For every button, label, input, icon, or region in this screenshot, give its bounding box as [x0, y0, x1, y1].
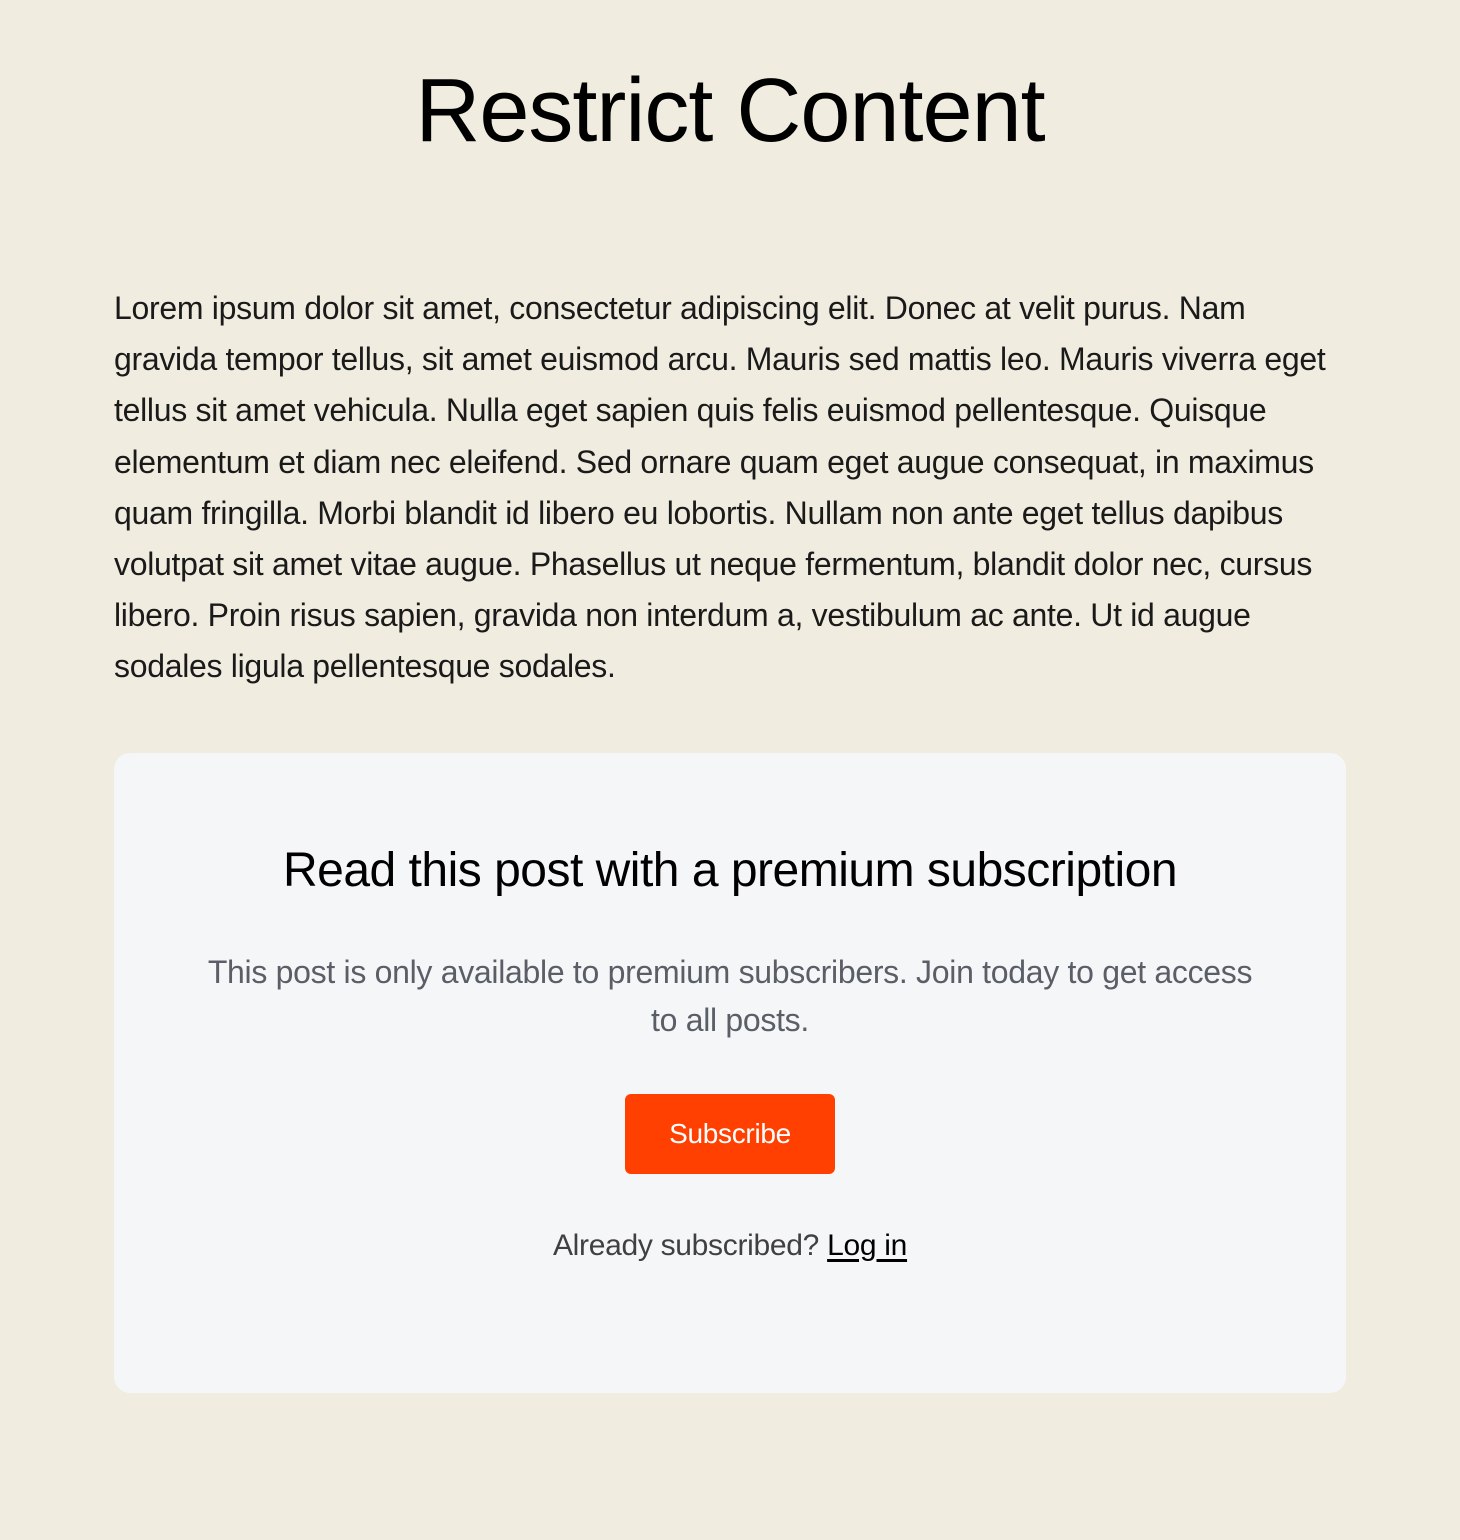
subscribe-button[interactable]: Subscribe [625, 1094, 835, 1174]
login-prompt-prefix: Already subscribed? [553, 1229, 827, 1262]
paywall-description: This post is only available to premium s… [194, 948, 1266, 1044]
login-link[interactable]: Log in [827, 1229, 907, 1262]
login-prompt: Already subscribed? Log in [194, 1229, 1266, 1263]
article-body-text: Lorem ipsum dolor sit amet, consectetur … [114, 283, 1346, 693]
paywall-heading: Read this post with a premium subscripti… [194, 843, 1266, 898]
paywall-card: Read this post with a premium subscripti… [114, 753, 1346, 1393]
page-title: Restrict Content [114, 60, 1346, 163]
